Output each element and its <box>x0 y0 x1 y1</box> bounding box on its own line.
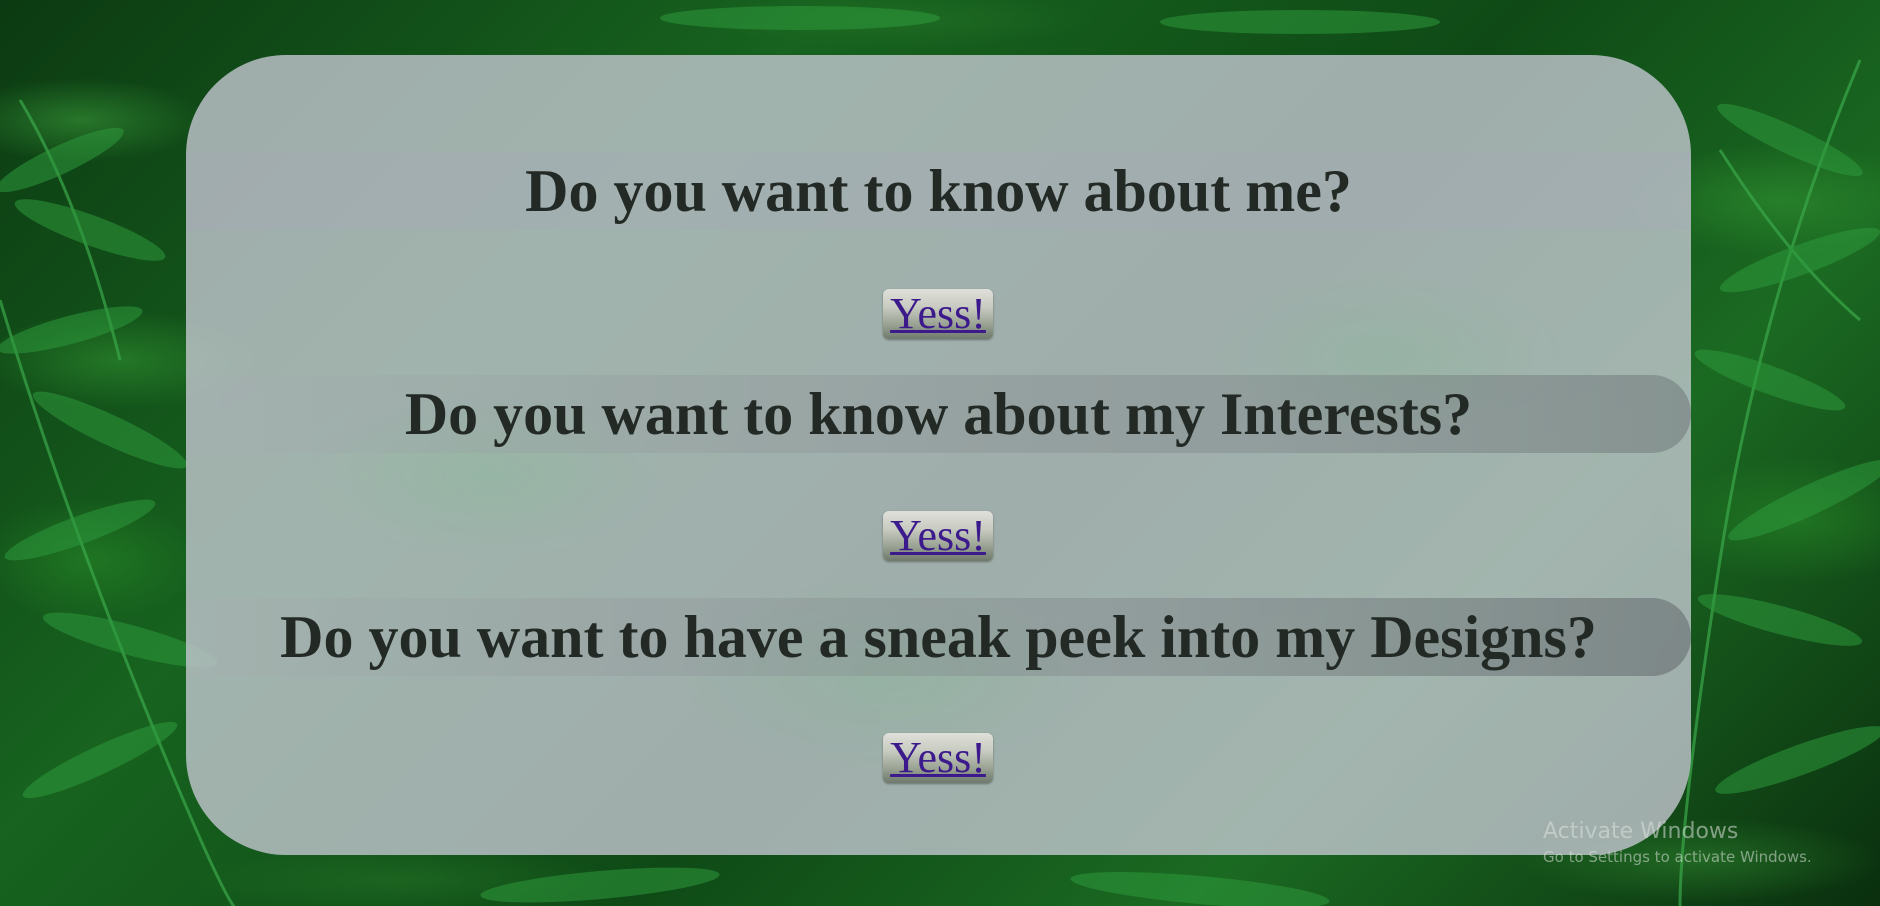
yes-link-designs[interactable]: Yess! <box>890 736 986 780</box>
watermark-title: Activate Windows <box>1543 819 1739 844</box>
watermark-subtitle: Go to Settings to activate Windows. <box>1543 848 1812 866</box>
yes-button-interests[interactable]: Yess! <box>883 511 993 561</box>
heading-about-me: Do you want to know about me? <box>525 158 1352 224</box>
content-card: Do you want to know about me? Yess! Do y… <box>186 55 1691 855</box>
yes-link-about-me[interactable]: Yess! <box>890 292 986 336</box>
activate-windows-watermark: Activate Windows Go to Settings to activ… <box>1543 818 1812 868</box>
yes-link-interests[interactable]: Yess! <box>890 514 986 558</box>
yes-button-about-me[interactable]: Yess! <box>883 289 993 339</box>
heading-designs: Do you want to have a sneak peek into my… <box>280 604 1597 670</box>
heading-interests: Do you want to know about my Interests? <box>404 381 1473 447</box>
yes-button-designs[interactable]: Yess! <box>883 733 993 783</box>
